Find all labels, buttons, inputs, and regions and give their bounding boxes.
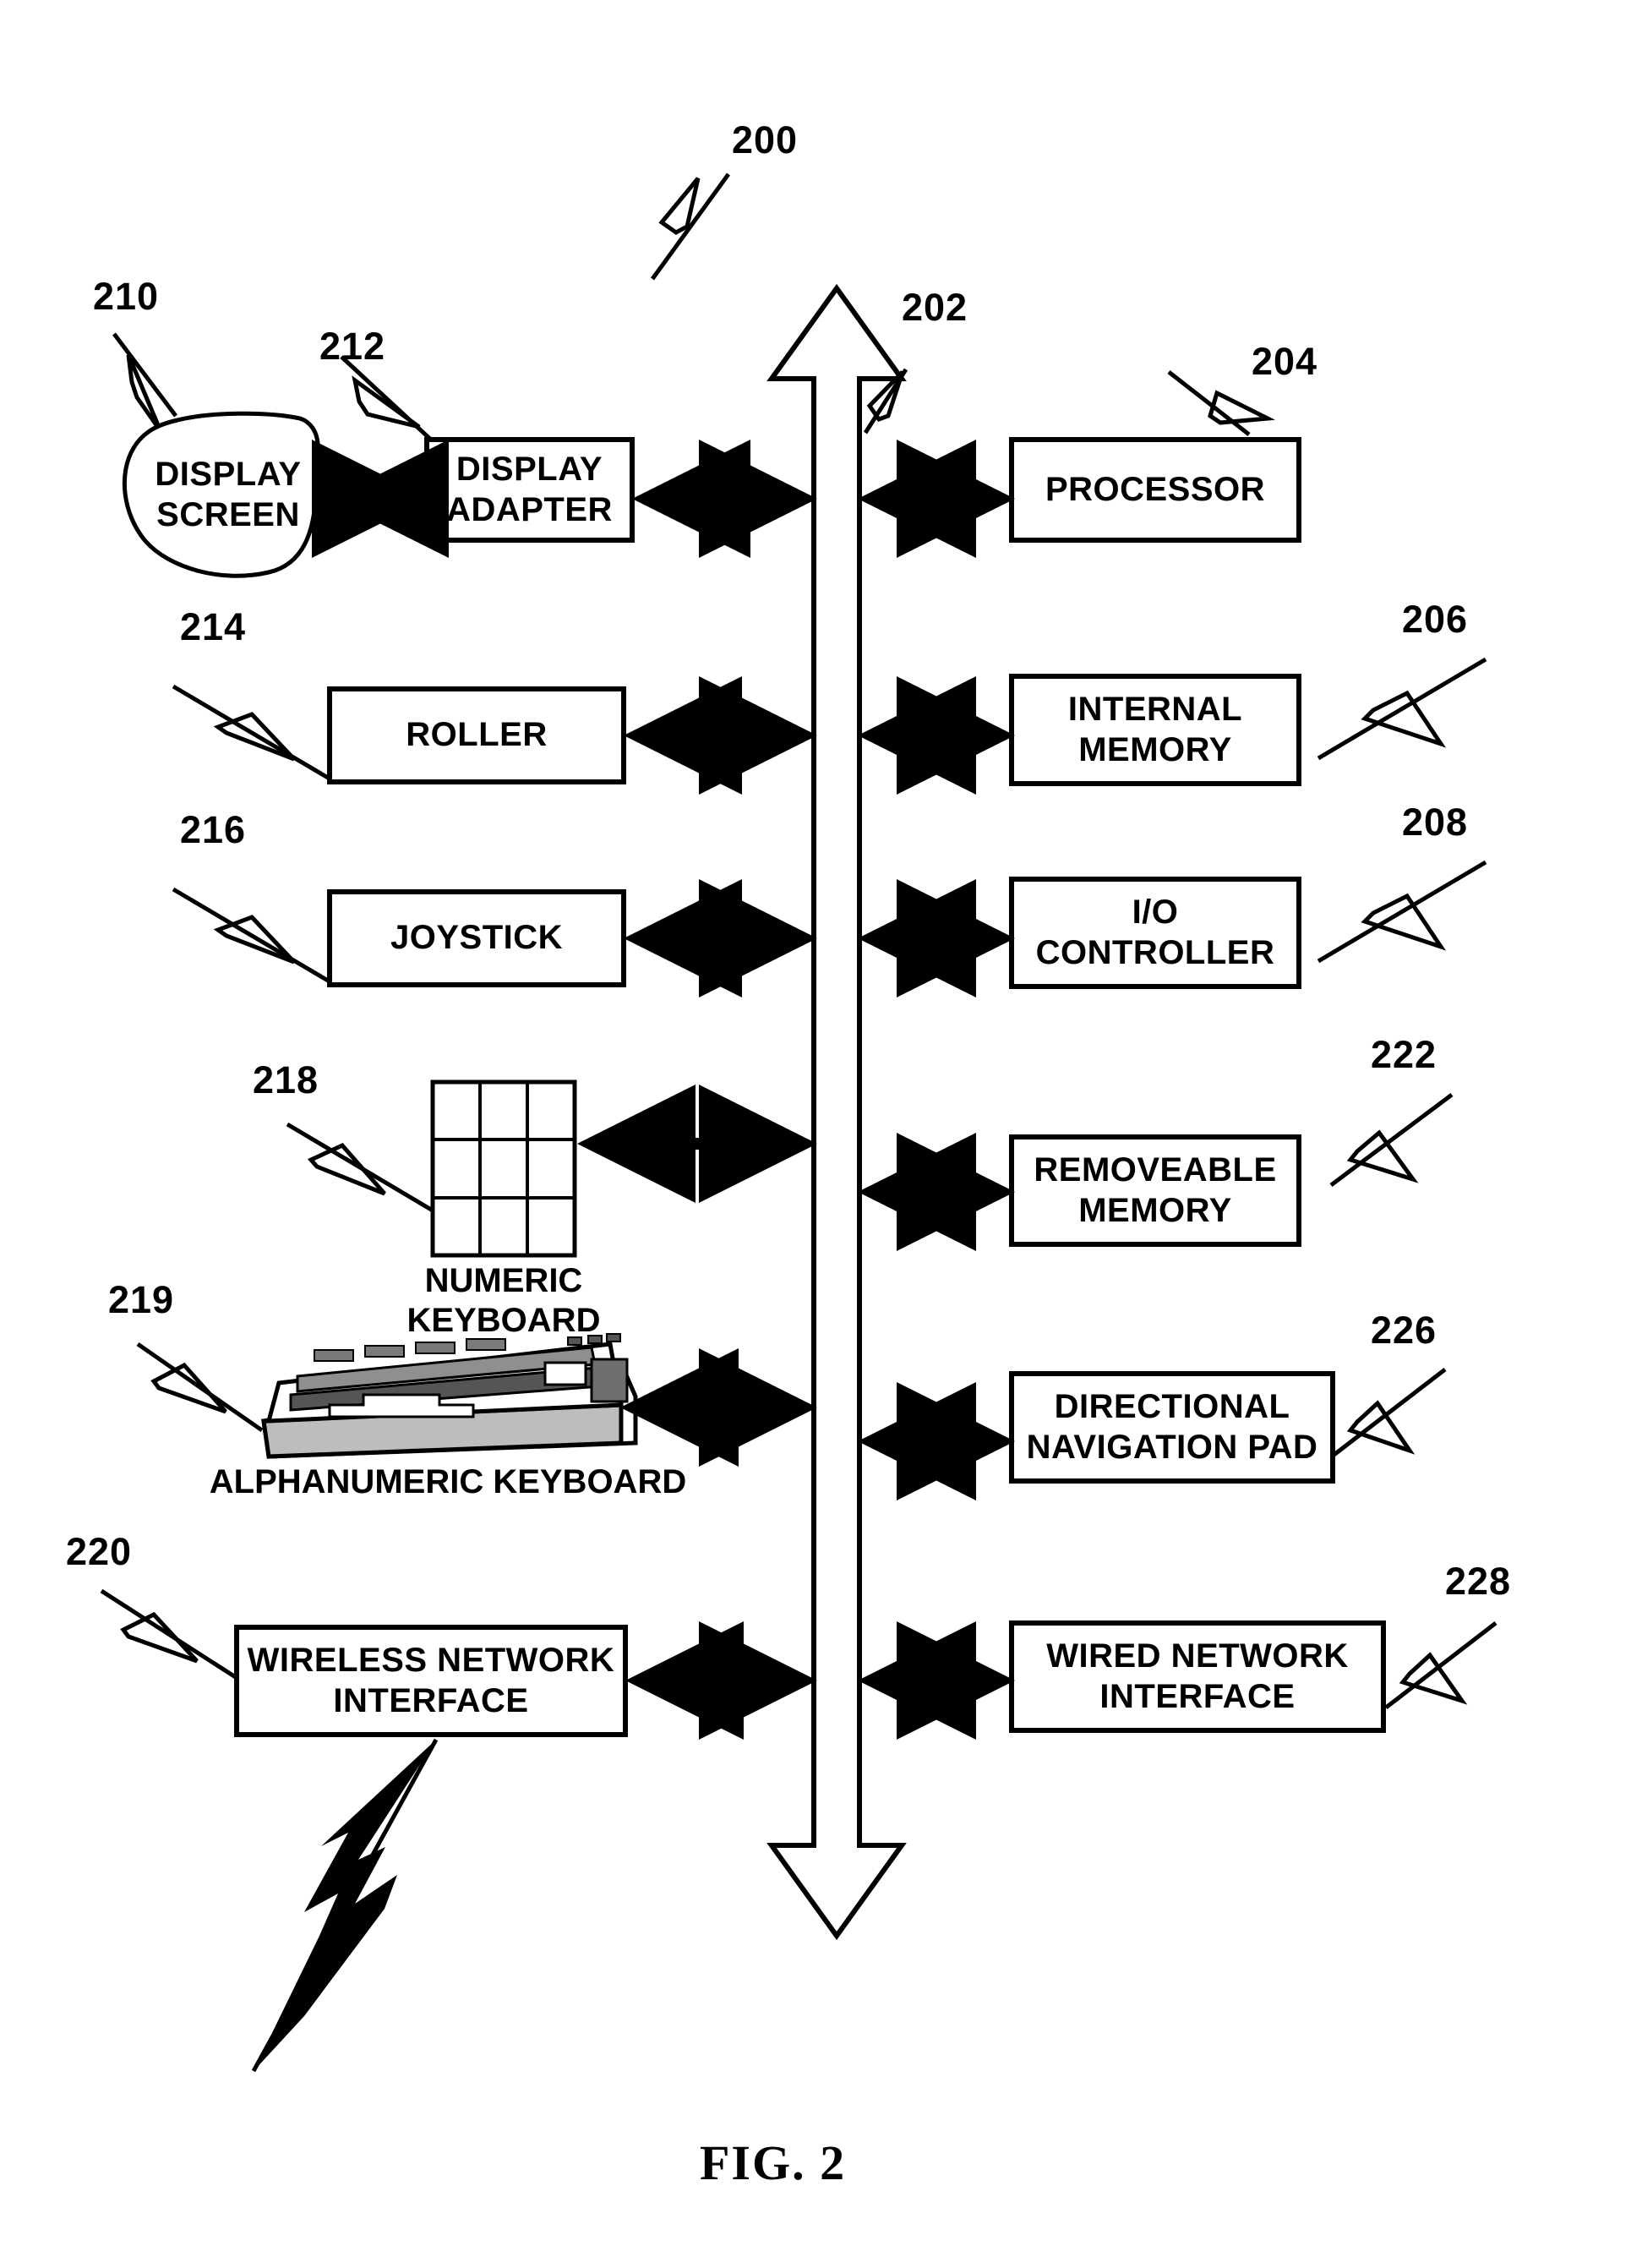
ref-200: 200 <box>732 118 799 161</box>
numeric-keyboard-icon <box>430 1079 577 1258</box>
display-screen-shape <box>122 411 320 578</box>
leader-206 <box>1317 657 1487 761</box>
leader-218 <box>286 1122 434 1213</box>
removeable-memory-box <box>1009 1134 1301 1247</box>
leader-220 <box>100 1588 245 1685</box>
roller-box <box>327 686 626 784</box>
figure-caption: FIG. 2 <box>700 2135 847 2190</box>
ref-220: 220 <box>66 1530 133 1573</box>
ref-202: 202 <box>902 286 968 329</box>
joystick-box <box>327 889 626 987</box>
ref-216: 216 <box>180 808 247 851</box>
leader-226 <box>1327 1368 1447 1461</box>
leader-228 <box>1384 1621 1497 1709</box>
ref-208: 208 <box>1402 801 1469 844</box>
alphanumeric-keyboard-label: ALPHANUMERIC KEYBOARD <box>209 1463 687 1500</box>
leader-219 <box>136 1342 264 1433</box>
ref-226: 226 <box>1371 1309 1437 1352</box>
patent-figure-page: 200 202 204 210 212 214 206 216 208 218 … <box>0 0 1642 2268</box>
processor-box <box>1009 437 1301 543</box>
leader-216 <box>172 887 330 983</box>
leader-222 <box>1329 1092 1454 1188</box>
ref-214: 214 <box>180 605 247 648</box>
ref-228: 228 <box>1445 1560 1512 1603</box>
leader-214 <box>172 684 330 780</box>
ref-222: 222 <box>1371 1033 1437 1076</box>
ref-204: 204 <box>1252 340 1318 383</box>
wired-network-interface-box <box>1009 1620 1386 1733</box>
io-controller-box <box>1009 877 1301 989</box>
display-adapter-box <box>424 437 635 543</box>
directional-navigation-pad-box <box>1009 1371 1335 1484</box>
system-bus <box>766 283 907 1941</box>
wireless-lightning-bolt-icon <box>251 1738 439 2073</box>
internal-memory-box <box>1009 674 1301 786</box>
ref-206: 206 <box>1402 598 1469 641</box>
ref-210: 210 <box>93 275 160 318</box>
ref-212: 212 <box>319 325 386 368</box>
numeric-keyboard-label: NUMERIC KEYBOARD <box>406 1262 601 1340</box>
figure-canvas <box>100 172 1497 2073</box>
wireless-network-interface-box <box>234 1625 628 1737</box>
alphanumeric-keyboard-icon <box>261 1333 638 1459</box>
leader-208 <box>1317 860 1487 964</box>
ref-218: 218 <box>253 1058 319 1101</box>
leader-212 <box>340 355 434 443</box>
leader-200 <box>650 172 731 281</box>
ref-219: 219 <box>108 1278 175 1321</box>
leader-210 <box>112 332 177 433</box>
